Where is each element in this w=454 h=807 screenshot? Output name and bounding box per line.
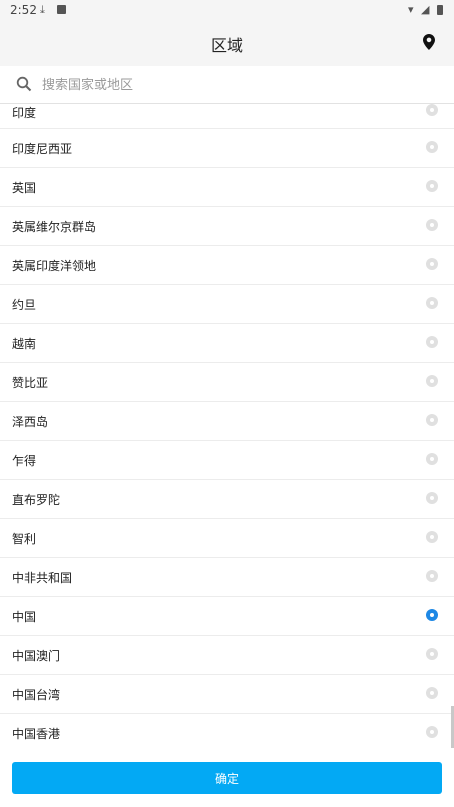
search-bar [0, 66, 454, 104]
signal-icon: ◢ [421, 3, 430, 16]
radio-selected-icon[interactable] [426, 609, 438, 621]
region-list-item[interactable]: 中非共和国 [0, 558, 454, 597]
confirm-button[interactable]: 确定 [12, 762, 442, 794]
radio-unselected-icon[interactable] [426, 492, 438, 504]
region-label: 印度 [12, 106, 37, 120]
region-label: 智利 [12, 532, 37, 546]
region-list-item[interactable]: 赞比亚 [0, 363, 454, 402]
region-list-item[interactable]: 印度尼西亚 [0, 129, 454, 168]
region-label: 英属维尔京群岛 [12, 220, 97, 234]
radio-unselected-icon[interactable] [426, 141, 438, 153]
search-icon [16, 76, 32, 92]
radio-unselected-icon[interactable] [426, 375, 438, 387]
region-list-item[interactable]: 中国 [0, 597, 454, 636]
location-pin-icon[interactable] [422, 34, 436, 50]
radio-unselected-icon[interactable] [426, 104, 438, 116]
region-label: 直布罗陀 [12, 493, 61, 507]
radio-unselected-icon[interactable] [426, 726, 438, 738]
region-list-item[interactable]: 英属维尔京群岛 [0, 207, 454, 246]
region-label: 乍得 [12, 454, 37, 468]
app-bar: 区域 [0, 20, 454, 66]
region-label: 中国 [12, 610, 37, 624]
region-list-item[interactable]: 中国香港 [0, 714, 454, 750]
region-label: 中非共和国 [12, 571, 73, 585]
download-icon: ⤓ [40, 3, 45, 16]
page-title: 区域 [210, 36, 243, 55]
radio-unselected-icon[interactable] [426, 258, 438, 270]
region-list-item[interactable]: 印度 [0, 104, 454, 129]
region-list[interactable]: 印度印度尼西亚英国英属维尔京群岛 英属印度洋领地 约旦越南赞比亚泽西岛乍得直布罗陀智… [0, 104, 454, 750]
region-label: 泽西岛 [12, 415, 49, 429]
radio-unselected-icon[interactable] [426, 687, 438, 699]
region-list-item[interactable]: 越南 [0, 324, 454, 363]
radio-unselected-icon[interactable] [426, 531, 438, 543]
wifi-icon: ▾ [408, 3, 414, 16]
region-label: 中国香港 [12, 727, 61, 741]
region-list-item[interactable]: 智利 [0, 519, 454, 558]
region-list-item[interactable]: 约旦 [0, 285, 454, 324]
region-label: 中国澳门 [12, 649, 61, 663]
region-list-item[interactable]: 直布罗陀 [0, 480, 454, 519]
region-label: 英国 [12, 181, 37, 195]
status-bar: 2:52 ⤓ ▾ ◢ [0, 0, 454, 20]
search-input[interactable] [40, 72, 424, 98]
radio-unselected-icon[interactable] [426, 336, 438, 348]
region-list-item[interactable]: 中国澳门 [0, 636, 454, 675]
notification-icon [57, 5, 66, 14]
region-list-item[interactable]: 泽西岛 [0, 402, 454, 441]
region-label: 英属印度洋领地 [12, 259, 97, 273]
radio-unselected-icon[interactable] [426, 414, 438, 426]
status-time: 2:52 [10, 3, 37, 17]
region-label: 印度尼西亚 [12, 142, 73, 156]
radio-unselected-icon[interactable] [426, 648, 438, 660]
radio-unselected-icon[interactable] [426, 570, 438, 582]
battery-icon [437, 5, 443, 15]
radio-unselected-icon[interactable] [426, 453, 438, 465]
region-label: 赞比亚 [12, 376, 49, 390]
region-list-item[interactable]: 英国 [0, 168, 454, 207]
region-list-item[interactable]: 中国台湾 [0, 675, 454, 714]
region-list-item[interactable]: 英属印度洋领地 [0, 246, 454, 285]
region-label: 越南 [12, 337, 37, 351]
radio-unselected-icon[interactable] [426, 219, 438, 231]
region-label: 中国台湾 [12, 688, 61, 702]
region-label: 约旦 [12, 298, 37, 312]
region-list-item[interactable]: 乍得 [0, 441, 454, 480]
radio-unselected-icon[interactable] [426, 297, 438, 309]
radio-unselected-icon[interactable] [426, 180, 438, 192]
